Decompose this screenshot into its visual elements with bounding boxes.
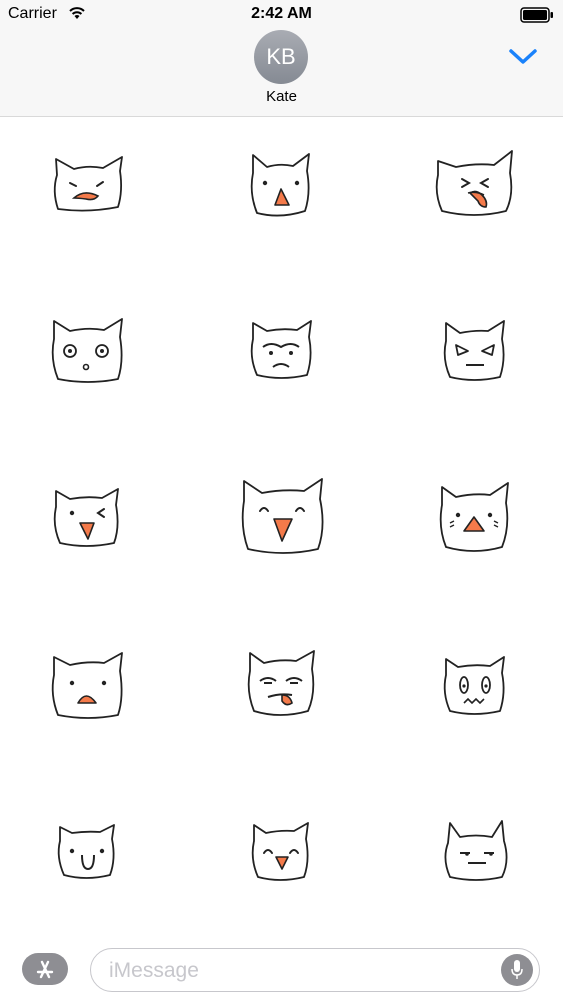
message-input-bar: iMessage <box>0 935 563 1000</box>
message-placeholder: iMessage <box>109 959 199 982</box>
sticker-surprised-blush[interactable] <box>436 481 512 557</box>
sticker-simple-smile[interactable] <box>54 821 120 883</box>
status-time: 2:42 AM <box>251 5 312 22</box>
sticker-happy-smile-beak[interactable] <box>248 819 314 885</box>
sticker-small-beak-open[interactable] <box>48 651 128 723</box>
sticker-nervous-squiggle[interactable] <box>440 655 510 719</box>
chevron-down-icon[interactable] <box>508 46 538 68</box>
status-bar: Carrier 2:42 AM <box>0 0 563 30</box>
sticker-surprised-beak[interactable] <box>245 151 315 221</box>
sticker-tongue-out-squint[interactable] <box>432 149 518 221</box>
sticker-happy-smiling-beak[interactable] <box>238 477 328 559</box>
sticker-angry-glare[interactable] <box>440 319 510 385</box>
sticker-grid <box>0 117 563 927</box>
conversation-header: KB Kate <box>0 30 563 117</box>
microphone-icon <box>511 960 523 979</box>
battery-icon <box>520 7 553 23</box>
sticker-frowning-unibrow[interactable] <box>247 319 317 383</box>
app-store-button[interactable] <box>22 953 68 985</box>
sticker-angry-growl[interactable] <box>48 151 128 217</box>
contact-name[interactable]: Kate <box>0 88 563 105</box>
sticker-winking[interactable] <box>50 485 124 551</box>
message-field[interactable]: iMessage <box>90 948 540 992</box>
avatar[interactable]: KB <box>254 30 308 84</box>
sticker-wide-eyed-shocked[interactable] <box>48 317 128 387</box>
sticker-unimpressed-flat[interactable] <box>440 819 512 885</box>
app-store-icon <box>36 960 54 979</box>
microphone-button[interactable] <box>501 954 533 986</box>
sticker-bored-tongue[interactable] <box>244 649 318 721</box>
